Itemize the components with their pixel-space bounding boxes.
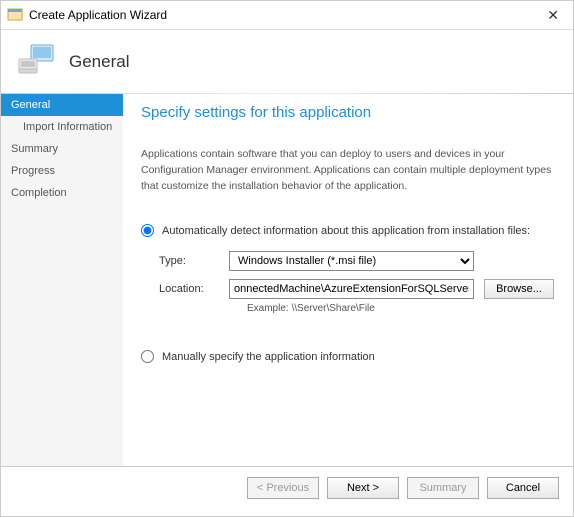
wizard-sidebar: General Import Information Summary Progr… bbox=[1, 94, 123, 466]
type-label: Type: bbox=[159, 255, 229, 267]
location-input[interactable] bbox=[229, 279, 474, 299]
page-heading: Specify settings for this application bbox=[141, 104, 555, 121]
wizard-footer: < Previous Next > Summary Cancel bbox=[1, 466, 573, 508]
option-auto-label: Automatically detect information about t… bbox=[162, 225, 530, 237]
app-icon bbox=[7, 7, 23, 23]
previous-button: < Previous bbox=[247, 477, 319, 499]
next-button[interactable]: Next > bbox=[327, 477, 399, 499]
main-panel: Specify settings for this application Ap… bbox=[123, 94, 573, 466]
sidebar-item-import-information[interactable]: Import Information bbox=[1, 116, 123, 138]
close-button[interactable]: ✕ bbox=[539, 3, 567, 28]
option-manual-label: Manually specify the application informa… bbox=[162, 351, 375, 363]
location-example: Example: \\Server\Share\File bbox=[247, 303, 555, 314]
header-label: General bbox=[69, 52, 129, 72]
sidebar-item-progress[interactable]: Progress bbox=[1, 160, 123, 182]
option-manual[interactable]: Manually specify the application informa… bbox=[141, 350, 555, 363]
browse-button[interactable]: Browse... bbox=[484, 279, 554, 299]
wizard-header: General bbox=[1, 29, 573, 93]
page-description: Applications contain software that you c… bbox=[141, 147, 555, 194]
window-title: Create Application Wizard bbox=[29, 8, 167, 22]
summary-button: Summary bbox=[407, 477, 479, 499]
computer-icon bbox=[15, 41, 57, 83]
cancel-button[interactable]: Cancel bbox=[487, 477, 559, 499]
radio-auto-detect[interactable] bbox=[141, 224, 154, 237]
location-label: Location: bbox=[159, 283, 229, 295]
type-select[interactable]: Windows Installer (*.msi file) bbox=[229, 251, 474, 271]
sidebar-item-general[interactable]: General bbox=[1, 94, 123, 116]
radio-manual[interactable] bbox=[141, 350, 154, 363]
sidebar-item-summary[interactable]: Summary bbox=[1, 138, 123, 160]
titlebar: Create Application Wizard ✕ bbox=[1, 1, 573, 29]
option-auto-detect[interactable]: Automatically detect information about t… bbox=[141, 224, 555, 237]
sidebar-item-completion[interactable]: Completion bbox=[1, 182, 123, 204]
